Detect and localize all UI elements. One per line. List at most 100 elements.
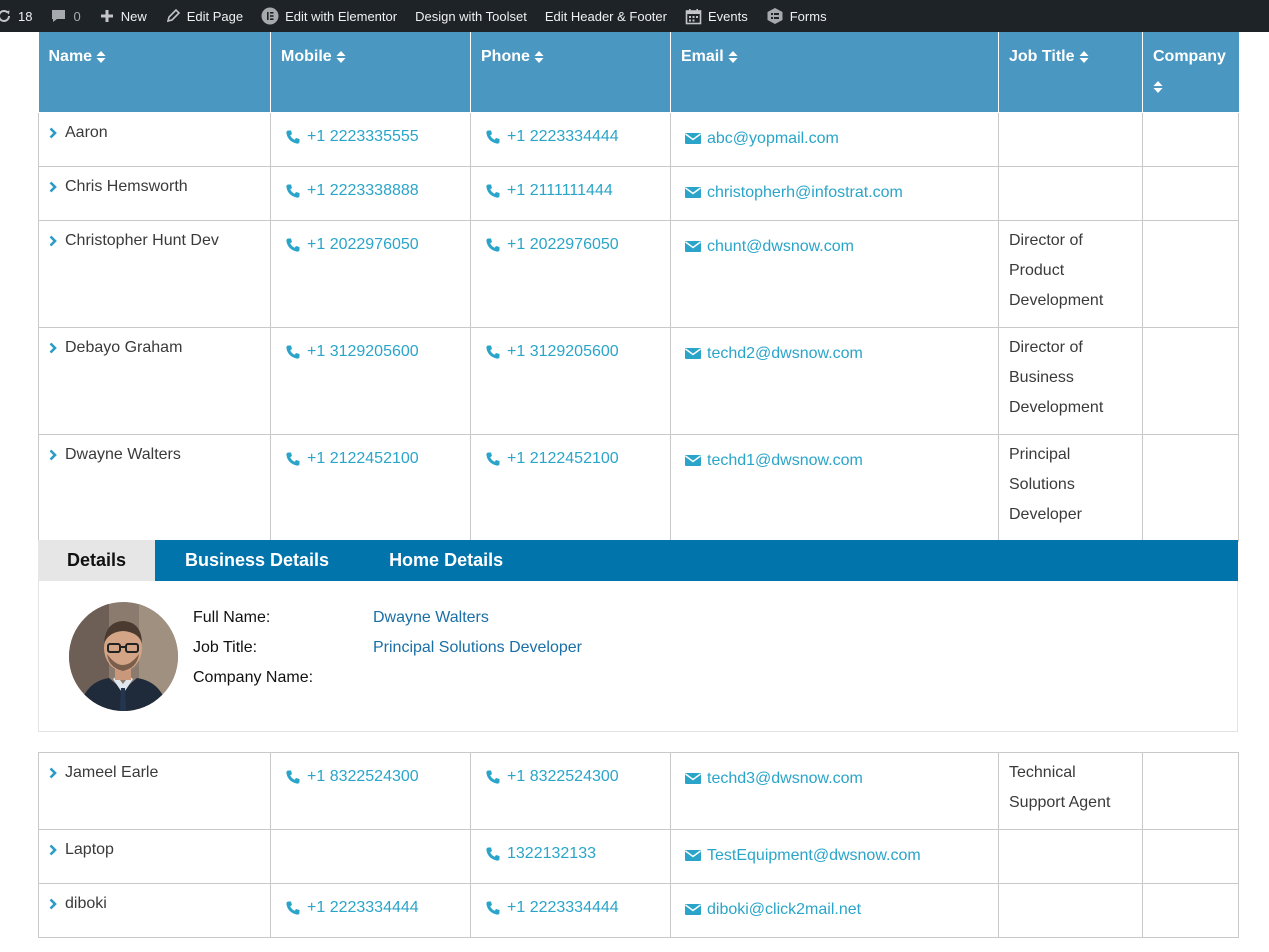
mobile-link[interactable]: +1 2122452100 bbox=[281, 444, 419, 474]
mobile-link[interactable]: +1 2223338888 bbox=[281, 176, 419, 206]
phone-link[interactable]: +1 2122452100 bbox=[481, 444, 619, 474]
tab-home-details[interactable]: Home Details bbox=[359, 540, 533, 581]
chevron-right-icon[interactable] bbox=[49, 449, 57, 461]
new-item[interactable]: New bbox=[90, 0, 156, 32]
updates-item[interactable]: 18 bbox=[0, 0, 41, 32]
cell-company bbox=[1142, 112, 1239, 167]
cell-name[interactable]: Chris Hemsworth bbox=[38, 166, 271, 221]
phone-link[interactable]: +1 3129205600 bbox=[481, 337, 619, 367]
table-row[interactable]: Laptop 1322132133 TestEquipment@dwsnow.com bbox=[38, 829, 1239, 884]
sort-icon bbox=[534, 50, 544, 63]
contact-name: Christopher Hunt Dev bbox=[65, 232, 219, 249]
phone-number: +1 8322524300 bbox=[507, 768, 619, 785]
cell-name[interactable]: Aaron bbox=[38, 112, 271, 167]
email-link[interactable]: christopherh@infostrat.com bbox=[681, 178, 903, 208]
cell-name[interactable]: Jameel Earle bbox=[38, 752, 271, 830]
phone-link[interactable]: +1 2223334444 bbox=[481, 893, 619, 923]
cell-name[interactable]: Debayo Graham bbox=[38, 327, 271, 435]
header-job-title[interactable]: Job Title bbox=[998, 32, 1143, 113]
phone-link[interactable]: 1322132133 bbox=[481, 839, 596, 869]
header-mobile[interactable]: Mobile bbox=[270, 32, 471, 113]
contact-name: Debayo Graham bbox=[65, 339, 183, 356]
mobile-number: +1 3129205600 bbox=[307, 343, 419, 360]
cell-company bbox=[1142, 434, 1239, 542]
chevron-right-icon[interactable] bbox=[49, 181, 57, 193]
cell-mobile: +1 2122452100 bbox=[270, 434, 471, 542]
mobile-link[interactable]: +1 2022976050 bbox=[281, 230, 419, 260]
email-link[interactable]: techd2@dwsnow.com bbox=[681, 339, 863, 369]
table-row[interactable]: Debayo Graham +1 3129205600 +1 3129205600 t… bbox=[38, 327, 1239, 435]
comments-item[interactable]: 0 bbox=[41, 0, 89, 32]
cell-job-title: Principal Solutions Developer bbox=[998, 434, 1143, 542]
header-company[interactable]: Company bbox=[1142, 32, 1239, 113]
chevron-right-icon[interactable] bbox=[49, 898, 57, 910]
phone-link[interactable]: +1 2223334444 bbox=[481, 122, 619, 152]
cell-phone: +1 8322524300 bbox=[470, 752, 671, 830]
chevron-right-icon[interactable] bbox=[49, 127, 57, 139]
job-title-line: Support Agent bbox=[1009, 794, 1111, 811]
table-row[interactable]: Aaron +1 2223335555 +1 2223334444 abc@yopma… bbox=[38, 112, 1239, 167]
elementor-item[interactable]: Edit with Elementor bbox=[252, 0, 406, 32]
tab-details[interactable]: Details bbox=[38, 540, 155, 581]
cell-mobile: +1 8322524300 bbox=[270, 752, 471, 830]
email-link[interactable]: diboki@click2mail.net bbox=[681, 895, 861, 925]
cell-email: techd1@dwsnow.com bbox=[670, 434, 999, 542]
name-cell: diboki bbox=[49, 889, 260, 919]
phone-icon bbox=[481, 769, 507, 785]
table-row[interactable]: Chris Hemsworth +1 2223338888 +1 211111144… bbox=[38, 166, 1239, 221]
phone-link[interactable]: +1 2022976050 bbox=[481, 230, 619, 260]
table-row[interactable]: Christopher Hunt Dev +1 2022976050 +1 2022… bbox=[38, 220, 1239, 328]
edit-page-item[interactable]: Edit Page bbox=[156, 0, 252, 32]
name-cell: Dwayne Walters bbox=[49, 440, 260, 470]
phone-link[interactable]: +1 8322524300 bbox=[481, 762, 619, 792]
phone-link[interactable]: +1 2111111444 bbox=[481, 176, 613, 206]
chevron-right-icon[interactable] bbox=[49, 844, 57, 856]
forms-label: Forms bbox=[789, 8, 827, 24]
cell-name[interactable]: diboki bbox=[38, 883, 271, 938]
forms-item[interactable]: Forms bbox=[757, 0, 836, 32]
contact-name: diboki bbox=[65, 895, 107, 912]
plus-icon bbox=[100, 10, 113, 22]
mobile-link[interactable]: +1 3129205600 bbox=[281, 337, 419, 367]
phone-icon bbox=[481, 900, 507, 916]
table-row[interactable]: Jameel Earle +1 8322524300 +1 8322524300 te… bbox=[38, 752, 1239, 830]
header-name[interactable]: Name bbox=[38, 32, 271, 113]
header-email[interactable]: Email bbox=[670, 32, 999, 113]
chevron-right-icon[interactable] bbox=[49, 235, 57, 247]
cell-name[interactable]: Dwayne Walters bbox=[38, 434, 271, 542]
full-name-label: Full Name: bbox=[193, 609, 271, 626]
email-link[interactable]: techd1@dwsnow.com bbox=[681, 446, 863, 476]
cell-company bbox=[1142, 166, 1239, 221]
table-row[interactable]: Dwayne Walters +1 2122452100 +1 2122452100… bbox=[38, 434, 1239, 542]
phone-icon bbox=[281, 900, 307, 916]
mobile-link[interactable]: +1 2223335555 bbox=[281, 122, 419, 152]
cell-email: chunt@dwsnow.com bbox=[670, 220, 999, 328]
tab-business-details[interactable]: Business Details bbox=[155, 540, 359, 581]
email-link[interactable]: abc@yopmail.com bbox=[681, 124, 839, 154]
cell-name[interactable]: Laptop bbox=[38, 829, 271, 884]
contact-details-panel: Details Business Details Home Details Fu… bbox=[38, 540, 1238, 732]
events-item[interactable]: Events bbox=[676, 0, 757, 32]
mobile-number: +1 2223338888 bbox=[307, 182, 419, 199]
mobile-link[interactable]: +1 8322524300 bbox=[281, 762, 419, 792]
cell-job-title: Director of Product Development bbox=[998, 220, 1143, 328]
table-row[interactable]: diboki +1 2223334444 +1 2223334444 diboki@c… bbox=[38, 883, 1239, 938]
name-cell: Laptop bbox=[49, 835, 260, 865]
cell-company bbox=[1142, 829, 1239, 884]
chevron-right-icon[interactable] bbox=[49, 342, 57, 354]
calendar-icon bbox=[685, 8, 702, 24]
header-phone[interactable]: Phone bbox=[470, 32, 671, 113]
email-link[interactable]: chunt@dwsnow.com bbox=[681, 232, 854, 262]
phone-icon bbox=[281, 451, 307, 467]
cell-email: techd3@dwsnow.com bbox=[670, 752, 999, 830]
chevron-right-icon[interactable] bbox=[49, 767, 57, 779]
mobile-link[interactable]: +1 2223334444 bbox=[281, 893, 419, 923]
email-link[interactable]: TestEquipment@dwsnow.com bbox=[681, 841, 921, 871]
header-footer-item[interactable]: Edit Header & Footer bbox=[536, 0, 676, 32]
cell-name[interactable]: Christopher Hunt Dev bbox=[38, 220, 271, 328]
name-cell: Debayo Graham bbox=[49, 333, 260, 363]
toolset-item[interactable]: Design with Toolset bbox=[406, 0, 536, 32]
phone-number: +1 2223334444 bbox=[507, 128, 619, 145]
email-link[interactable]: techd3@dwsnow.com bbox=[681, 764, 863, 794]
email-address: diboki@click2mail.net bbox=[707, 900, 862, 918]
